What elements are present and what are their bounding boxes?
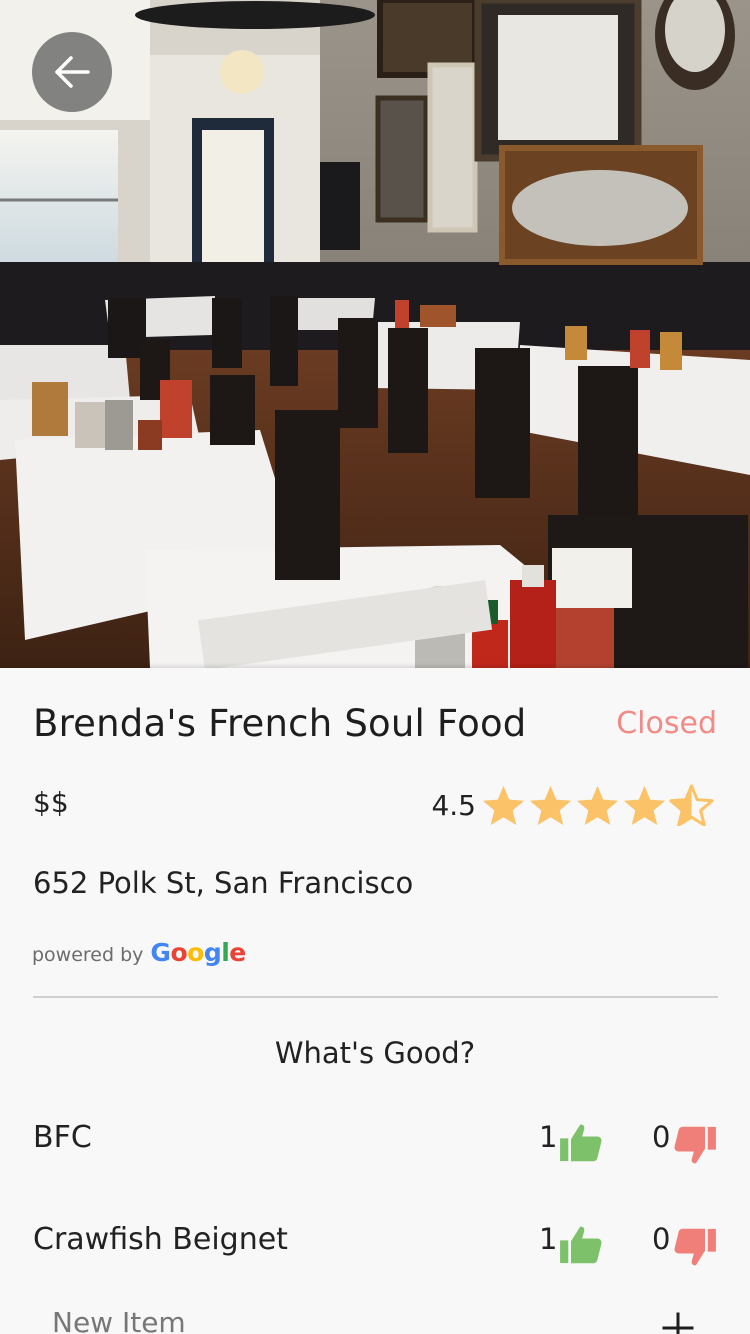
powered-by-label: powered by <box>32 944 144 966</box>
star-icon <box>576 785 619 826</box>
thumbs-down-icon[interactable] <box>673 1126 717 1166</box>
star-icon <box>623 785 666 826</box>
list-item: BFC 1 0 <box>0 1120 750 1180</box>
price-level: $$ <box>33 786 69 819</box>
rating-stars <box>480 784 715 826</box>
new-item-input[interactable] <box>52 1306 612 1334</box>
divider <box>33 996 718 998</box>
upvote-count: 1 <box>539 1222 558 1256</box>
item-name: Crawfish Beignet <box>33 1222 288 1257</box>
thumbs-up-icon[interactable] <box>559 1122 603 1162</box>
restaurant-name: Brenda's French Soul Food <box>33 702 527 745</box>
back-button[interactable] <box>32 32 112 112</box>
thumbs-down-icon[interactable] <box>673 1228 717 1268</box>
section-title: What's Good? <box>274 1036 476 1070</box>
downvote-count: 0 <box>652 1120 671 1154</box>
list-item: Crawfish Beignet 1 0 <box>0 1222 750 1282</box>
google-logo: Google <box>150 938 246 967</box>
rating: 4.5 <box>431 784 715 826</box>
star-half-icon <box>669 784 714 826</box>
restaurant-address: 652 Polk St, San Francisco <box>33 866 414 900</box>
item-name: BFC <box>33 1120 92 1155</box>
thumbs-up-icon[interactable] <box>559 1224 603 1264</box>
star-icon <box>529 785 572 826</box>
upvote-count: 1 <box>539 1120 558 1154</box>
rating-value: 4.5 <box>431 788 476 822</box>
downvote-count: 0 <box>652 1222 671 1256</box>
restaurant-photo <box>0 0 750 668</box>
plus-icon[interactable] <box>660 1310 696 1334</box>
arrow-left-icon <box>55 56 90 88</box>
open-status: Closed <box>616 706 717 741</box>
restaurant-interior-image <box>0 0 750 668</box>
google-attribution: powered by Google <box>32 938 246 967</box>
star-icon <box>482 785 525 826</box>
